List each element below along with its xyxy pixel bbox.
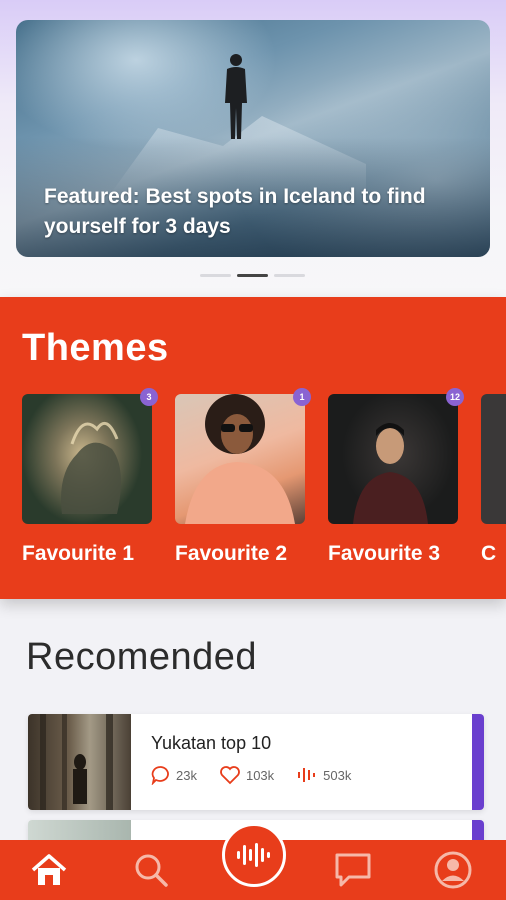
carousel-pager[interactable]: [200, 274, 305, 277]
featured-card[interactable]: Featured: Best spots in Iceland to find …: [16, 20, 490, 257]
count-badge: 12: [445, 388, 464, 406]
card-thumbnail: [28, 714, 131, 810]
theme-thumbnail[interactable]: [175, 394, 305, 524]
card-stats: 23k 103k 503k: [151, 765, 351, 785]
themes-title: Themes: [22, 327, 169, 369]
comments-count: 23k: [176, 767, 197, 783]
card-title: Yukatan top 10: [151, 733, 272, 753]
person-silhouette: [225, 54, 247, 139]
count-badge: 3: [140, 388, 158, 406]
theme-label: C: [481, 542, 497, 565]
comment-icon: [151, 766, 169, 785]
theme-label: Favourite 1: [22, 542, 135, 565]
card-accent-bar: [472, 714, 484, 810]
recommended-card[interactable]: Yukatan top 10 23k 103k 503k: [28, 714, 484, 810]
pager-dot-active[interactable]: [237, 274, 268, 277]
comments-stat[interactable]: 23k: [151, 765, 197, 785]
pager-dot[interactable]: [200, 274, 231, 277]
home-icon[interactable]: [27, 850, 71, 890]
chat-icon[interactable]: [331, 850, 375, 890]
heart-icon: [220, 766, 240, 785]
podcast-button[interactable]: [222, 823, 286, 887]
theme-thumbnail[interactable]: [481, 394, 506, 524]
themes-section: Themes 3 Favourite 1 1 Favourite 2 12 Fa…: [0, 297, 506, 599]
theme-label: Favourite 2: [175, 542, 288, 565]
theme-tile[interactable]: 12 Favourite 3: [328, 388, 464, 566]
count-badge: 1: [293, 388, 311, 406]
search-icon[interactable]: [129, 850, 173, 890]
likes-stat[interactable]: 103k: [219, 765, 274, 785]
featured-title: Featured: Best spots in Iceland to find …: [44, 185, 426, 238]
theme-tile[interactable]: C: [481, 394, 506, 566]
theme-label: Favourite 3: [328, 542, 441, 565]
profile-icon[interactable]: [431, 850, 475, 890]
theme-thumbnail[interactable]: [328, 394, 458, 524]
theme-tile[interactable]: 3 Favourite 1: [22, 388, 158, 566]
plays-stat[interactable]: 503k: [296, 765, 351, 785]
sound-wave-icon: [298, 768, 316, 782]
podcast-icon: [237, 843, 270, 867]
plays-count: 503k: [323, 767, 352, 783]
recommended-title: Recomended: [26, 636, 258, 678]
likes-count: 103k: [245, 767, 275, 783]
pager-dot[interactable]: [274, 274, 305, 277]
theme-tile[interactable]: 1 Favourite 2: [175, 388, 311, 566]
theme-thumbnail[interactable]: [22, 394, 152, 524]
